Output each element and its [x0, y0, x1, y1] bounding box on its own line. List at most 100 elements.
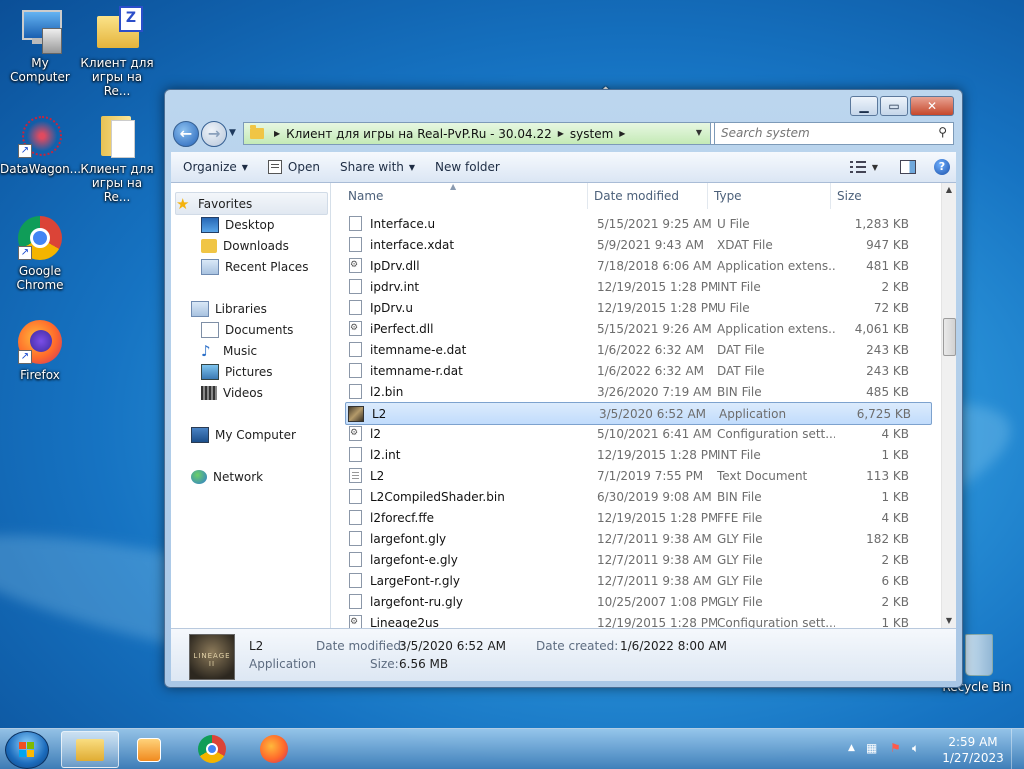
- search-box[interactable]: ⚲: [714, 122, 954, 145]
- vertical-scrollbar[interactable]: ▲ ▼: [941, 183, 956, 628]
- taskbar-explorer[interactable]: [61, 731, 119, 768]
- nav-item-libraries[interactable]: Libraries: [191, 298, 328, 319]
- nav-item-recent-places[interactable]: Recent Places: [201, 256, 328, 277]
- organize-button[interactable]: Organize ▼: [183, 160, 248, 174]
- nav-label: Favorites: [198, 196, 253, 211]
- file-type: Configuration sett...: [717, 615, 835, 629]
- desktop-icon-datawagon[interactable]: ↗ DataWagon...: [0, 112, 81, 176]
- scroll-down-icon[interactable]: ▼: [942, 614, 956, 628]
- scroll-up-icon[interactable]: ▲: [942, 183, 956, 197]
- volume-icon[interactable]: 🔈︎: [912, 741, 919, 756]
- maximize-button[interactable]: ▭: [880, 96, 908, 116]
- nav-item-downloads[interactable]: Downloads: [201, 235, 328, 256]
- nav-item-desktop[interactable]: Desktop: [201, 214, 328, 235]
- file-icon: [349, 489, 362, 504]
- file-row[interactable]: iPerfect.dll 5/15/2021 9:26 AM Application…: [345, 318, 932, 339]
- file-row[interactable]: L2 7/1/2019 7:55 PM Text Document 113 KB: [345, 465, 932, 486]
- change-view-button[interactable]: [849, 161, 866, 173]
- explorer-window[interactable]: ▁ ▭ ✕ ← → ▼ ▶ Клиент для игры на Real-Pv…: [164, 89, 963, 688]
- scroll-thumb[interactable]: [943, 318, 956, 356]
- taskbar-chrome[interactable]: [185, 731, 241, 766]
- start-button[interactable]: [5, 731, 49, 769]
- file-row[interactable]: largefont-ru.gly 10/25/2007 1:08 PM GLY Fi…: [345, 591, 932, 612]
- navigation-row: ← → ▼ ▶ Клиент для игры на Real-PvP.Ru -…: [171, 120, 956, 147]
- open-button[interactable]: Open: [267, 160, 320, 174]
- close-button[interactable]: ✕: [910, 96, 954, 116]
- nav-item-favorites[interactable]: ★ Favorites: [175, 192, 328, 215]
- file-name: l2: [370, 426, 381, 441]
- column-header-date-modified[interactable]: Date modified: [588, 183, 708, 209]
- network-tray-icon[interactable]: ▦: [866, 741, 877, 755]
- file-row[interactable]: l2forecf.ffe 12/19/2015 1:28 PM FFE File 4 …: [345, 507, 932, 528]
- file-row[interactable]: IpDrv.dll 7/18/2018 6:06 AM Application ex…: [345, 255, 932, 276]
- nav-label: Documents: [225, 322, 294, 337]
- desktop-icon-firefox[interactable]: ↗ Firefox: [0, 318, 80, 382]
- desktop-icon-my-computer[interactable]: My Computer: [0, 6, 80, 84]
- column-label: Type: [714, 189, 742, 203]
- nav-item-my-computer[interactable]: My Computer: [191, 424, 328, 445]
- file-row[interactable]: itemname-r.dat 1/6/2022 6:32 AM DAT File 24…: [345, 360, 932, 381]
- address-dropdown-icon[interactable]: ▼: [696, 128, 702, 137]
- file-row[interactable]: Interface.u 5/15/2021 9:25 AM U File 1,283 …: [345, 213, 932, 234]
- file-row[interactable]: interface.xdat 5/9/2021 9:43 AM XDAT File 9…: [345, 234, 932, 255]
- pictures-icon: [201, 363, 219, 380]
- file-type: INT File: [717, 447, 761, 462]
- file-size: 2 KB: [881, 594, 909, 609]
- help-button[interactable]: ?: [934, 159, 950, 175]
- breadcrumb-client-folder[interactable]: Клиент для игры на Real-PvP.Ru - 30.04.2…: [286, 127, 552, 141]
- forward-button[interactable]: →: [201, 121, 227, 147]
- nav-item-documents[interactable]: Documents: [201, 319, 328, 340]
- file-row[interactable]: IpDrv.u 12/19/2015 1:28 PM U File 72 KB: [345, 297, 932, 318]
- search-input[interactable]: [715, 123, 921, 142]
- file-row[interactable]: l2.int 12/19/2015 1:28 PM INT File 1 KB: [345, 444, 932, 465]
- taskbar-firefox[interactable]: [247, 731, 303, 766]
- file-row[interactable]: Lineage2us 12/19/2015 1:28 PMConfiguratio…: [345, 612, 932, 628]
- preview-pane-button[interactable]: [900, 160, 916, 174]
- taskbar-media-player[interactable]: [121, 731, 177, 766]
- nav-item-videos[interactable]: Videos: [201, 382, 328, 403]
- breadcrumb-system[interactable]: system: [570, 127, 613, 141]
- column-header-size[interactable]: Size: [831, 183, 907, 209]
- back-button[interactable]: ←: [173, 121, 199, 147]
- action-center-icon[interactable]: ⚑: [890, 741, 901, 755]
- recent-pages-dropdown[interactable]: ▼: [229, 128, 236, 138]
- show-desktop-button[interactable]: [1011, 729, 1024, 769]
- file-row[interactable]: l2.bin 3/26/2020 7:19 AM BIN File 485 KB: [345, 381, 932, 402]
- file-row[interactable]: largefont.gly 12/7/2011 9:38 AM GLY File 18…: [345, 528, 932, 549]
- chevron-right-icon[interactable]: ▶: [274, 129, 280, 138]
- file-type: GLY File: [717, 531, 763, 546]
- file-row[interactable]: largefont-e.gly 12/7/2011 9:38 AM GLY File…: [345, 549, 932, 570]
- nav-item-music[interactable]: ♪ Music: [201, 340, 328, 361]
- desktop-icon-google-chrome[interactable]: ↗ Google Chrome: [0, 214, 80, 292]
- file-row[interactable]: l2 5/10/2021 6:41 AM Configuration sett...…: [345, 423, 932, 444]
- show-hidden-icons-button[interactable]: ▲: [848, 743, 855, 753]
- search-icon[interactable]: ⚲: [938, 125, 947, 139]
- column-header-type[interactable]: Type: [708, 183, 831, 209]
- column-header-name[interactable]: ▲ Name: [331, 183, 588, 209]
- file-date-modified: 12/19/2015 1:28 PM: [597, 615, 717, 629]
- new-folder-button[interactable]: New folder: [435, 160, 500, 174]
- clock[interactable]: 2:59 AM 1/27/2023: [940, 734, 1006, 766]
- chevron-right-icon[interactable]: ▶: [619, 129, 625, 138]
- nav-item-pictures[interactable]: Pictures: [201, 361, 328, 382]
- file-date-modified: 12/19/2015 1:28 PM: [597, 447, 717, 462]
- file-row[interactable]: ipdrv.int 12/19/2015 1:28 PM INT File 2 KB: [345, 276, 932, 297]
- file-row[interactable]: itemname-e.dat 1/6/2022 6:32 AM DAT File 24…: [345, 339, 932, 360]
- file-type: INT File: [717, 279, 761, 294]
- view-dropdown-icon[interactable]: ▼: [872, 163, 878, 172]
- arrow-right-icon: →: [207, 124, 221, 143]
- windows-logo-icon: [19, 742, 35, 758]
- chevron-right-icon[interactable]: ▶: [558, 129, 564, 138]
- address-bar[interactable]: ▶ Клиент для игры на Real-PvP.Ru - 30.04…: [243, 122, 711, 145]
- file-icon: [349, 237, 362, 252]
- desktop-icon-client-archive[interactable]: Z Клиент для игры на Re...: [77, 6, 157, 98]
- desktop-icon-client-folder[interactable]: Клиент для игры на Re...: [77, 112, 157, 204]
- file-size: 481 KB: [866, 258, 909, 273]
- share-with-button[interactable]: Share with ▼: [340, 160, 415, 174]
- file-row[interactable]: L2 3/5/2020 6:52 AM Application 6,725 KB: [345, 402, 932, 425]
- file-row[interactable]: LargeFont-r.gly 12/7/2011 9:38 AM GLY File…: [345, 570, 932, 591]
- nav-item-network[interactable]: Network: [191, 466, 328, 487]
- file-row[interactable]: L2CompiledShader.bin 6/30/2019 9:08 AM BIN…: [345, 486, 932, 507]
- file-name: L2CompiledShader.bin: [370, 489, 505, 504]
- minimize-button[interactable]: ▁: [850, 96, 878, 116]
